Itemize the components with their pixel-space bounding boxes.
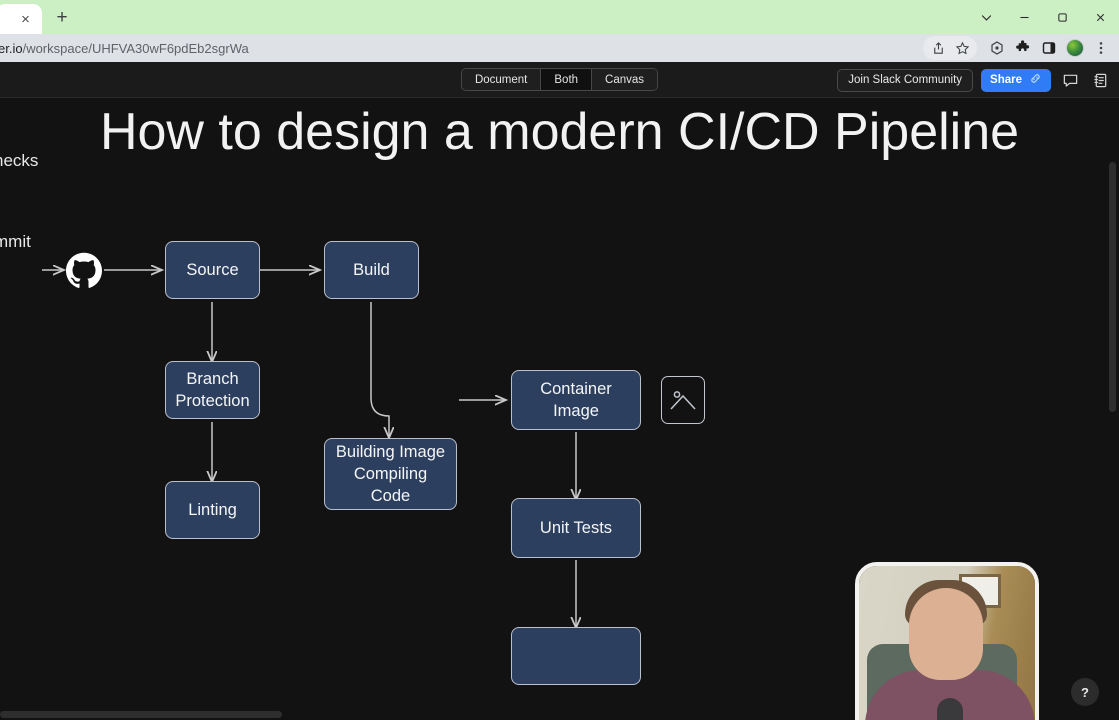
url-host: er.io [0, 40, 23, 56]
tab-canvas[interactable]: Canvas [592, 69, 658, 90]
vertical-scrollbar[interactable] [1109, 162, 1116, 412]
node-branch-protection[interactable]: Branch Protection [165, 361, 260, 419]
close-window-icon[interactable] [1081, 0, 1119, 34]
diagram-canvas[interactable]: How to design a modern CI/CD Pipeline he… [0, 98, 1119, 720]
join-slack-community-button[interactable]: Join Slack Community [837, 68, 974, 92]
more-menu-icon[interactable] [1089, 36, 1113, 60]
github-octocat-icon [66, 252, 103, 288]
url-path: /workspace/UHFVA30wF6pdEb2sgrWa [22, 40, 249, 56]
node-building-image[interactable]: Building Image Compiling Code [324, 438, 457, 510]
share-icon[interactable] [926, 36, 950, 60]
node-empty[interactable] [511, 627, 641, 685]
bookmark-star-icon[interactable] [950, 36, 974, 60]
new-tab-button[interactable]: + [48, 3, 76, 31]
window-controls [967, 0, 1119, 34]
node-unit-tests[interactable]: Unit Tests [511, 498, 641, 558]
share-button[interactable]: Share [981, 68, 1051, 92]
horizontal-scrollbar[interactable] [0, 711, 282, 718]
url-bar-actions [923, 34, 1113, 62]
node-unit-tests-label: Unit Tests [539, 518, 613, 537]
link-icon [1029, 72, 1042, 88]
extensions-icon[interactable] [1011, 36, 1035, 60]
side-label-commit: mmit [0, 232, 31, 251]
tab-document[interactable]: Document [461, 69, 542, 90]
browser-tab-strip: × + [0, 0, 1119, 34]
node-source[interactable]: Source [165, 241, 260, 299]
share-button-label: Share [990, 74, 1022, 86]
app-toolbar: Document Both Canvas Join Slack Communit… [0, 62, 1119, 98]
side-label-checks: hecks [0, 151, 39, 170]
url-text: er.io/workspace/UHFVA30wF6pdEb2sgrWa [0, 41, 249, 56]
toolbar-right-group: Join Slack Community Share [837, 62, 1111, 98]
maximize-icon[interactable] [1043, 0, 1081, 34]
node-container-image-label: Container Image [540, 379, 612, 420]
node-building-image-label: Building Image Compiling Code [335, 442, 446, 506]
browser-url-bar[interactable]: er.io/workspace/UHFVA30wF6pdEb2sgrWa [0, 34, 1119, 62]
url-pill-group [923, 36, 977, 60]
comment-bubble-icon[interactable] [1059, 69, 1081, 91]
tab-search-chevron-icon[interactable] [967, 0, 1005, 34]
node-container-image[interactable]: Container Image [511, 370, 641, 430]
node-build-label: Build [353, 260, 390, 279]
page-title: How to design a modern CI/CD Pipeline [99, 103, 1020, 161]
presenter-webcam [855, 562, 1039, 720]
profile-avatar[interactable] [1063, 36, 1087, 60]
image-placeholder-icon[interactable] [661, 376, 705, 424]
node-linting[interactable]: Linting [165, 481, 260, 539]
minimize-icon[interactable] [1005, 0, 1043, 34]
tab-both[interactable]: Both [541, 69, 593, 90]
sync-icon[interactable] [985, 36, 1009, 60]
help-button[interactable]: ? [1071, 678, 1099, 706]
tab-close-icon[interactable]: × [18, 12, 33, 27]
node-source-label: Source [186, 260, 239, 279]
node-build[interactable]: Build [324, 241, 419, 299]
side-panel-icon[interactable] [1037, 36, 1061, 60]
node-branch-protection-label: Branch Protection [175, 369, 250, 410]
view-mode-segmented-control: Document Both Canvas [460, 68, 659, 91]
node-linting-label: Linting [188, 500, 237, 519]
notes-list-icon[interactable] [1089, 69, 1111, 91]
browser-tab[interactable]: × [0, 4, 42, 34]
